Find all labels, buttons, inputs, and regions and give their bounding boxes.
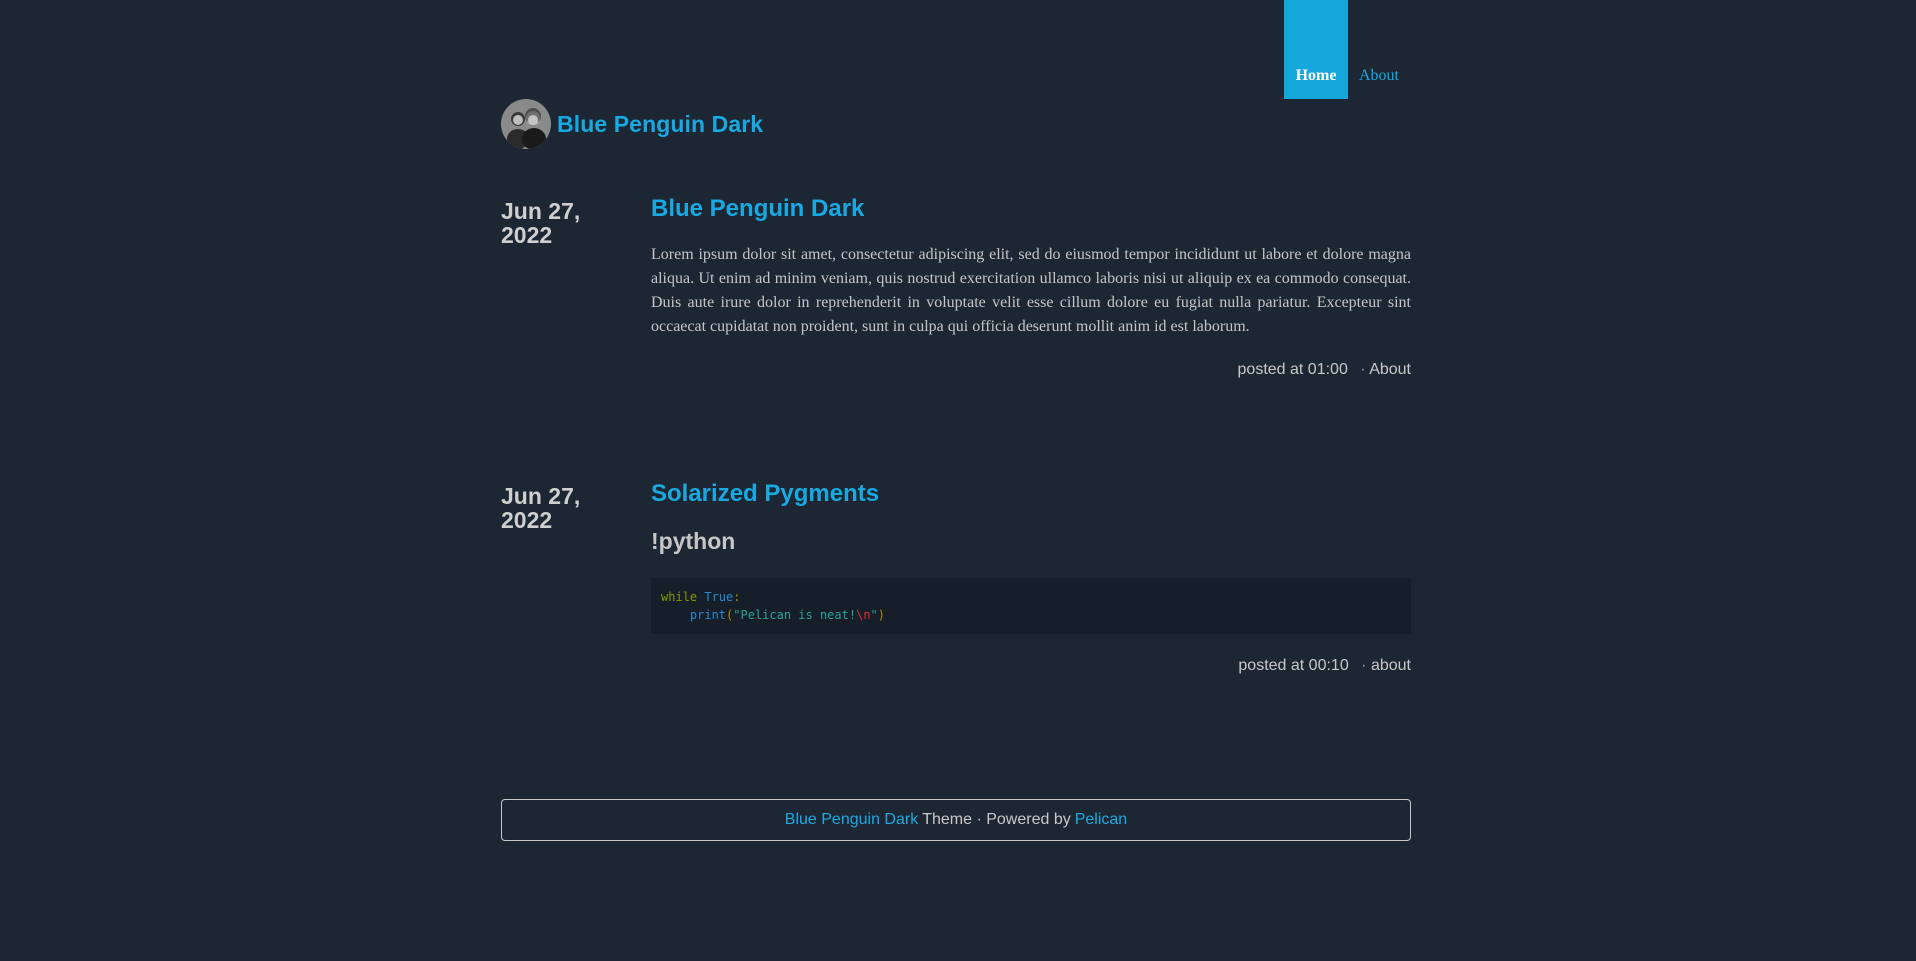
post-title-link[interactable]: Solarized Pygments — [651, 480, 1411, 508]
footer-pelican-link[interactable]: Pelican — [1075, 811, 1127, 829]
avatar-photo-icon — [501, 99, 551, 149]
post-posted-time: posted at 01:00 — [1237, 361, 1348, 378]
site-header: Blue Penguin Dark — [501, 99, 763, 149]
code-block: while True: print("Pelican is neat!\n") — [651, 578, 1411, 634]
post-category-link[interactable]: About — [1369, 361, 1411, 378]
code-keyword: while — [661, 590, 698, 604]
post-meta: posted at 01:00 · About — [651, 361, 1411, 379]
post-body: Blue Penguin Dark Lorem ipsum dolor sit … — [651, 195, 1411, 379]
code-punct: ) — [877, 608, 886, 622]
code-string-end: " — [870, 608, 878, 622]
post-date-year: 2022 — [501, 222, 553, 248]
meta-separator: · — [1360, 361, 1366, 378]
meta-separator: · — [1361, 657, 1367, 674]
top-nav: Home About — [1284, 0, 1410, 99]
avatar[interactable] — [501, 99, 551, 149]
post-blue-penguin-dark: Jun 27, 2022 Blue Penguin Dark Lorem ips… — [501, 195, 1411, 409]
post-date-year: 2022 — [501, 507, 553, 533]
post-excerpt: Lorem ipsum dolor sit amet, consectetur … — [651, 246, 1411, 335]
code-function: print — [689, 608, 727, 622]
post-posted-time: posted at 00:10 — [1238, 657, 1349, 674]
post-date-month-day: Jun 27, — [501, 483, 581, 509]
post-solarized-pygments: Jun 27, 2022 Solarized Pygments !python … — [501, 480, 1411, 684]
code-line-2: print("Pelican is neat!\n") — [661, 606, 1401, 624]
post-subheading: !python — [651, 528, 736, 554]
site-title[interactable]: Blue Penguin Dark — [557, 111, 763, 138]
code-string: "Pelican is neat! — [733, 608, 857, 622]
post-meta: posted at 00:10 · about — [651, 657, 1411, 675]
post-date-month-day: Jun 27, — [501, 198, 581, 224]
post-date: Jun 27, 2022 — [501, 484, 611, 532]
code-builtin: True — [704, 590, 734, 604]
post-body: Solarized Pygments !python while True: p… — [651, 480, 1411, 675]
nav-item-about[interactable]: About — [1348, 0, 1410, 99]
footer-text: Theme · Powered by — [922, 811, 1071, 828]
post-date: Jun 27, 2022 — [501, 199, 611, 247]
code-punct: : — [733, 590, 741, 604]
code-escape: \n — [856, 608, 871, 622]
code-line-1: while True: — [661, 588, 1401, 606]
post-category-link[interactable]: about — [1371, 657, 1411, 674]
nav-item-home[interactable]: Home — [1284, 0, 1348, 99]
footer-theme-link[interactable]: Blue Penguin Dark — [785, 811, 918, 829]
site-footer: Blue Penguin Dark Theme · Powered by Pel… — [501, 799, 1411, 841]
page: Home About Blue Penguin Dark Jun 27, 202… — [0, 0, 1916, 961]
post-title-link[interactable]: Blue Penguin Dark — [651, 195, 1411, 223]
